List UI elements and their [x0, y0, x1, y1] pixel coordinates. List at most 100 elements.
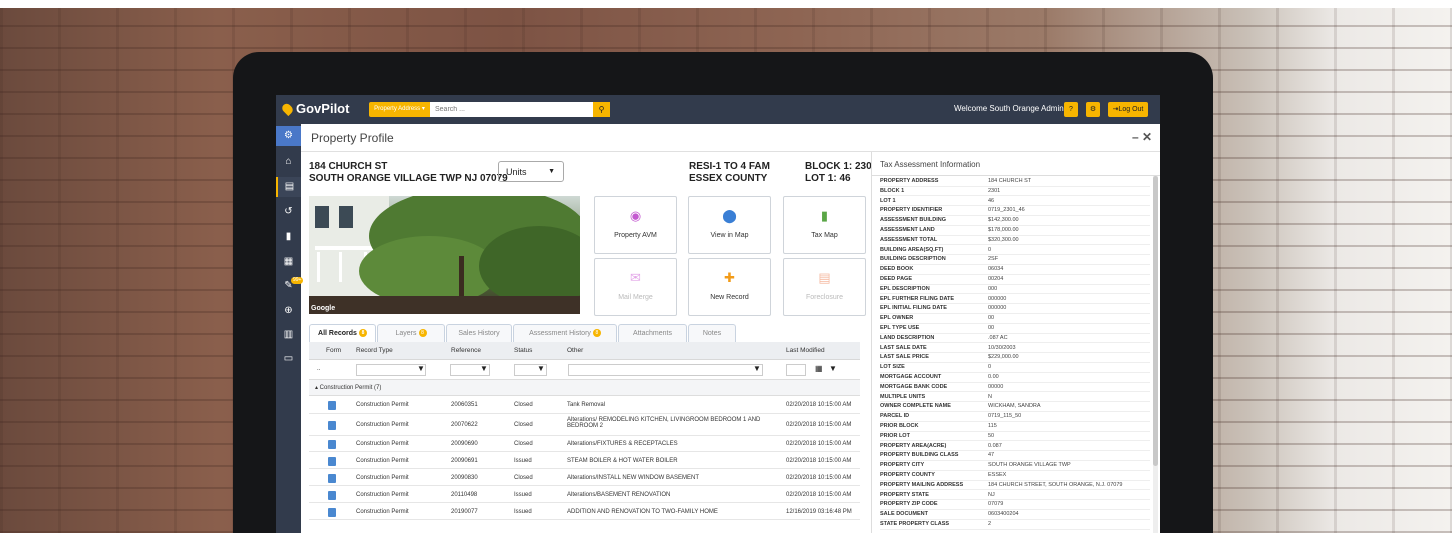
table-row[interactable]: Construction Permit 20090690 Closed Alterat… [309, 436, 860, 452]
row-mod: 12/16/2019 03:16:48 PM [786, 509, 852, 515]
field-key: PROPERTY STATE [880, 491, 929, 498]
tab-all-records[interactable]: All Records 8 [309, 324, 376, 342]
window-controls[interactable]: – ✕ [1132, 130, 1152, 144]
document-icon[interactable] [328, 401, 336, 410]
field-value: 0603400204 [988, 511, 1019, 518]
field-key: BUILDING DESCRIPTION [880, 256, 946, 263]
group-row[interactable]: ▴ Construction Permit (7) [309, 380, 860, 396]
row-other: Tank Removal [567, 402, 606, 408]
field-value: 00000 [988, 383, 1004, 390]
sidebar-settings-icon[interactable]: ⚙ [276, 126, 301, 146]
document-icon[interactable] [328, 457, 336, 466]
tax-field-row: DEED BOOK 06034 [880, 265, 1150, 275]
tab-label: All Records [318, 330, 357, 337]
field-value: 0719_115_50 [988, 413, 1022, 420]
record-type-filter-input[interactable] [356, 364, 426, 376]
scrollbar-thumb[interactable] [1153, 176, 1158, 466]
field-key: DEED BOOK [880, 266, 914, 273]
document-icon[interactable] [328, 474, 336, 483]
field-key: PARCEL ID [880, 413, 910, 420]
target-icon: ◉ [629, 208, 642, 223]
units-label: Units [506, 167, 527, 177]
help-button[interactable]: ? [1064, 102, 1078, 117]
tax-field-row: PROPERTY BUILDING CLASS 47 [880, 451, 1150, 462]
block-lot: BLOCK 1: 2301 LOT 1: 46 [805, 161, 877, 185]
units-select[interactable]: Units ▼ [498, 161, 564, 182]
field-value: 0 [988, 364, 992, 371]
search-button[interactable]: ⚲ [593, 102, 610, 117]
date-filter-input[interactable] [786, 364, 806, 376]
tax-field-row: LAND DESCRIPTION .087 AC [880, 334, 1150, 344]
sidebar-home-icon[interactable]: ⌂ [276, 152, 301, 172]
sidebar-calendar-icon[interactable]: ▦ [276, 252, 301, 272]
panel-scrollbar[interactable] [1153, 176, 1158, 533]
row-other: ADDITION AND RENOVATION TO TWO-FAMILY HO… [567, 509, 718, 515]
sidebar-map-icon[interactable]: ▮ [276, 227, 301, 247]
filter-icon[interactable]: ▼ [829, 364, 837, 373]
column-header[interactable]: Reference [451, 347, 481, 354]
row-ref: 20060351 [451, 402, 478, 408]
row-other: Alterations/ REMODELING KITCHEN, LIVINGR… [567, 417, 761, 429]
column-header[interactable]: Form [326, 347, 341, 354]
sidebar-document-icon[interactable]: ▤ [276, 177, 301, 197]
other-filter-input[interactable] [568, 364, 763, 376]
sidebar-chart-icon[interactable]: ▥ [276, 325, 301, 345]
mail-merge-button[interactable]: ✉ Mail Merge [594, 258, 677, 316]
table-row[interactable]: Construction Permit 20110498 Issued Alterat… [309, 486, 860, 503]
field-value: 0 [988, 246, 992, 253]
filter-icon[interactable]: ▼ [753, 364, 761, 373]
field-value: 000000 [988, 305, 1007, 312]
document-icon[interactable] [328, 491, 336, 500]
field-value: 0.00 [988, 374, 999, 380]
property-avm-button[interactable]: ◉ Property AVM [594, 196, 677, 254]
street-view-photo[interactable]: Google [309, 196, 580, 314]
tax-field-row: PROPERTY MAILING ADDRESS 184 CHURCH STREE… [880, 481, 1150, 491]
table-row[interactable]: Construction Permit 20060351 Closed Tank Re… [309, 396, 860, 414]
tab-sales-history[interactable]: Sales History [446, 324, 512, 342]
search-scope-dropdown[interactable]: Property Address ▾ [369, 102, 430, 117]
tab-attachments[interactable]: Attachments [618, 324, 687, 342]
tile-label: View in Map [710, 232, 749, 239]
house-illustration [309, 196, 580, 314]
field-key: LOT SIZE [880, 364, 905, 371]
column-header[interactable]: Last Modified [786, 347, 825, 354]
field-value: SOUTH ORANGE VILLAGE TWP [988, 462, 1071, 469]
map-pin-icon: ⬤ [722, 208, 737, 223]
document-icon[interactable] [328, 508, 336, 517]
filter-icon[interactable]: ▼ [537, 364, 545, 373]
view-in-map-button[interactable]: ⬤ View in Map [688, 196, 771, 254]
calendar-icon[interactable]: ▦ [815, 364, 823, 373]
sidebar-tasks-icon[interactable]: ✎ 99+ [276, 276, 304, 296]
document-icon[interactable] [328, 421, 336, 430]
field-key: BLOCK 1 [880, 187, 905, 194]
column-header[interactable]: Record Type [356, 347, 393, 354]
column-header[interactable]: Status [514, 347, 532, 354]
new-record-button[interactable]: ✚ New Record [688, 258, 771, 316]
tile-label: Foreclosure [806, 294, 843, 301]
search-input[interactable] [430, 102, 593, 117]
field-key: EPL FURTHER FILING DATE [880, 295, 955, 302]
tab-assessment-history[interactable]: Assessment History 8 [513, 324, 617, 342]
tile-label: Mail Merge [618, 294, 653, 301]
field-key: PROPERTY BUILDING CLASS [880, 452, 959, 459]
filter-icon[interactable]: ▼ [417, 364, 425, 373]
document-icon[interactable] [328, 440, 336, 449]
logout-button[interactable]: ⇥Log Out [1108, 102, 1148, 117]
tax-map-button[interactable]: ▮ Tax Map [783, 196, 866, 254]
settings-button[interactable]: ⚙ [1086, 102, 1100, 117]
sidebar-folder-icon[interactable]: ▭ [276, 349, 301, 369]
table-row[interactable]: Construction Permit 20090830 Closed Alterat… [309, 469, 860, 486]
app-logo[interactable]: GovPilot [280, 101, 349, 116]
page-title: Property Profile [311, 131, 394, 145]
column-header[interactable]: Other [567, 347, 583, 354]
tab-layers[interactable]: Layers 8 [377, 324, 445, 342]
table-row[interactable]: Construction Permit 20190077 Issued ADDITIO… [309, 503, 860, 520]
tax-field-row: MULTIPLE UNITS N [880, 393, 1150, 403]
table-row[interactable]: Construction Permit 20070622 Closed Alterat… [309, 414, 860, 436]
tab-notes[interactable]: Notes [688, 324, 736, 342]
sidebar-history-icon[interactable]: ↺ [276, 202, 301, 222]
filter-icon[interactable]: ▼ [480, 364, 488, 373]
foreclosure-button[interactable]: ▤ Foreclosure [783, 258, 866, 316]
sidebar-zoom-icon[interactable]: ⊕ [276, 301, 301, 321]
table-row[interactable]: Construction Permit 20090691 Issued STEAM B… [309, 452, 860, 469]
